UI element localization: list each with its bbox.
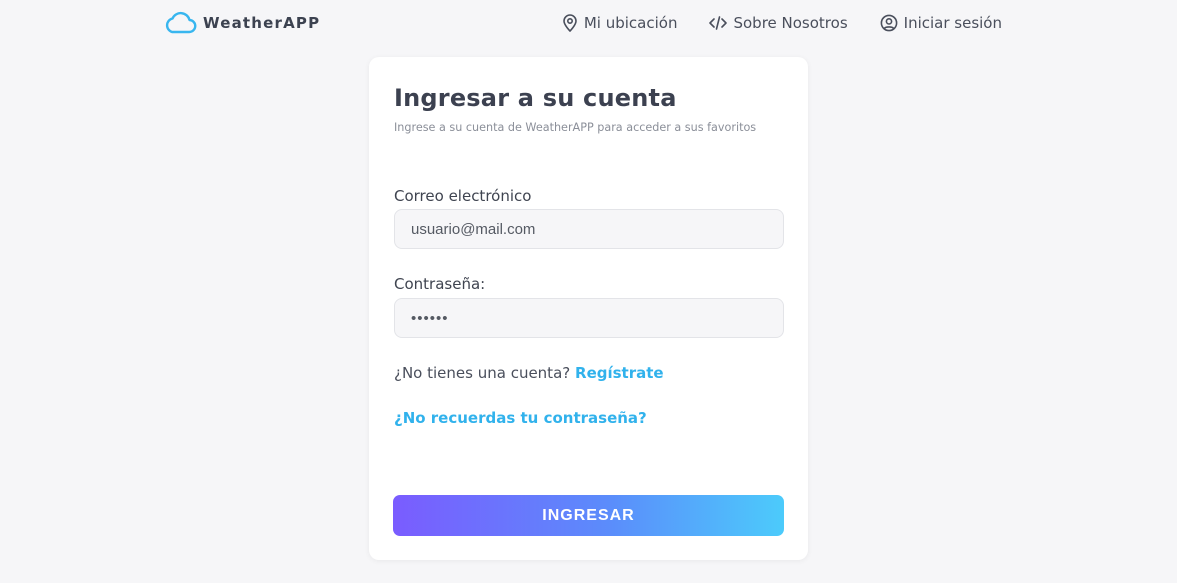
nav-item-label: Iniciar sesión xyxy=(903,14,1002,32)
brand-logo-link[interactable]: WeatherAPP xyxy=(164,11,320,35)
nav-item-my-location[interactable]: Mi ubicación xyxy=(562,14,678,32)
signup-link[interactable]: Regístrate xyxy=(575,364,664,382)
nav-item-login[interactable]: Iniciar sesión xyxy=(880,14,1002,32)
brand-name: WeatherAPP xyxy=(203,14,321,32)
nav-item-label: Sobre Nosotros xyxy=(733,14,848,32)
forgot-password-link[interactable]: ¿No recuerdas tu contraseña? xyxy=(394,409,647,427)
login-submit-button[interactable]: INGRESAR xyxy=(393,495,784,536)
location-pin-icon xyxy=(562,14,578,32)
top-navbar: WeatherAPP Mi ubicación Sobre Nosotros I… xyxy=(0,0,1177,46)
nav-item-about-us[interactable]: Sobre Nosotros xyxy=(709,14,848,32)
user-circle-icon xyxy=(880,14,898,32)
login-subtitle: Ingrese a su cuenta de WeatherAPP para a… xyxy=(394,121,757,134)
password-label: Contraseña: xyxy=(394,275,486,293)
code-icon xyxy=(709,15,728,31)
password-field[interactable] xyxy=(394,298,784,338)
nav-links: Mi ubicación Sobre Nosotros Iniciar sesi… xyxy=(562,12,1002,34)
login-title: Ingresar a su cuenta xyxy=(394,84,677,112)
email-field[interactable] xyxy=(394,209,784,249)
signup-prompt-text: ¿No tienes una cuenta? xyxy=(394,364,571,382)
email-label: Correo electrónico xyxy=(394,187,532,205)
cloud-icon xyxy=(164,11,197,35)
signup-prompt-line: ¿No tienes una cuenta? Regístrate xyxy=(394,364,664,382)
nav-item-label: Mi ubicación xyxy=(583,14,678,32)
login-card: Ingresar a su cuenta Ingrese a su cuenta… xyxy=(369,57,808,560)
